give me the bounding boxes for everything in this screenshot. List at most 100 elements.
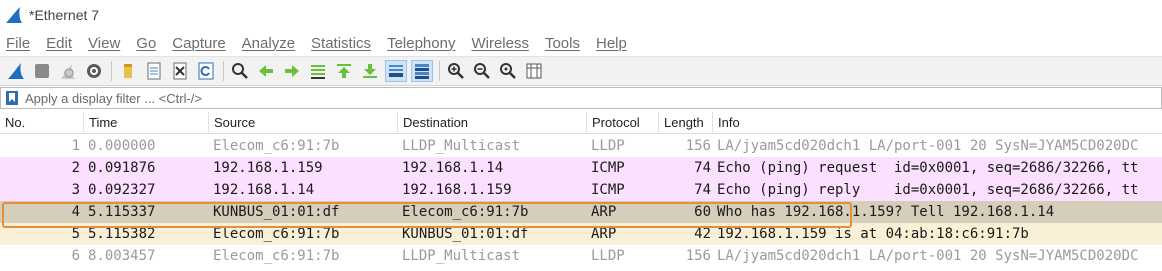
- cell-length: 42: [694, 226, 711, 242]
- go-to-packet-icon[interactable]: [307, 60, 329, 82]
- menu-telephony[interactable]: Telephony: [387, 35, 455, 52]
- go-first-packet-icon[interactable]: [333, 60, 355, 82]
- cell-length: 60: [694, 204, 711, 220]
- packet-row[interactable]: 6 8.003457 Elecom_c6:91:7b LLDP_Multicast LL…: [0, 245, 1162, 267]
- cell-info: LA/jyam5cd020dch1 LA/port-001 20 SysN=JY…: [717, 138, 1139, 154]
- menu-help[interactable]: Help: [596, 35, 627, 52]
- colorize-icon[interactable]: [411, 60, 433, 82]
- go-back-arrow-icon[interactable]: [255, 60, 277, 82]
- cell-source: KUNBUS_01:01:df: [213, 204, 340, 220]
- cell-length: 74: [694, 160, 711, 176]
- close-file-icon[interactable]: [169, 60, 191, 82]
- stop-square-icon[interactable]: [31, 60, 53, 82]
- menu-tools[interactable]: Tools: [545, 35, 580, 52]
- open-folder-icon[interactable]: [117, 60, 139, 82]
- column-header-info[interactable]: Info: [713, 112, 1162, 134]
- cell-time: 5.115382: [88, 226, 156, 242]
- cell-info: Echo (ping) request id=0x0001, seq=2686/…: [717, 160, 1139, 176]
- go-last-packet-icon[interactable]: [359, 60, 381, 82]
- packet-row[interactable]: 5 5.115382 Elecom_c6:91:7b KUNBUS_01:01:df A…: [0, 223, 1162, 245]
- column-header-length[interactable]: Length: [659, 112, 713, 134]
- toolbar-separator: [111, 61, 112, 81]
- cell-info: 192.168.1.159 is at 04:ab:18:c6:91:7b: [717, 226, 1029, 242]
- cell-source: Elecom_c6:91:7b: [213, 138, 340, 154]
- menu-edit[interactable]: Edit: [46, 35, 72, 52]
- column-header-no[interactable]: No.: [0, 112, 84, 134]
- menu-file[interactable]: File: [6, 35, 30, 52]
- save-file-icon[interactable]: [143, 60, 165, 82]
- menu-analyze[interactable]: Analyze: [242, 35, 295, 52]
- window-title: *Ethernet 7: [29, 7, 100, 23]
- column-header-protocol[interactable]: Protocol: [587, 112, 659, 134]
- cell-no: 3: [71, 182, 80, 198]
- cell-time: 8.003457: [88, 248, 156, 264]
- cell-destination: LLDP_Multicast: [402, 248, 521, 264]
- cell-protocol: ICMP: [591, 160, 625, 176]
- autoscroll-icon[interactable]: [385, 60, 407, 82]
- cell-no: 6: [71, 248, 80, 264]
- menu-view[interactable]: View: [88, 35, 120, 52]
- wireshark-logo-icon: [6, 7, 22, 23]
- packet-list-header: No. Time Source Destination Protocol Len…: [0, 112, 1162, 134]
- cell-source: 192.168.1.159: [213, 160, 323, 176]
- cell-time: 0.092327: [88, 182, 156, 198]
- cell-destination: KUNBUS_01:01:df: [402, 226, 529, 242]
- menu-wireless[interactable]: Wireless: [471, 35, 529, 52]
- cell-no: 1: [71, 138, 80, 154]
- packet-row[interactable]: 2 0.091876 192.168.1.159 192.168.1.14 ICMP 74…: [0, 157, 1162, 179]
- cell-destination: Elecom_c6:91:7b: [402, 204, 529, 220]
- packet-row[interactable]: 1 0.000000 Elecom_c6:91:7b LLDP_Multicast LL…: [0, 135, 1162, 157]
- menu-go[interactable]: Go: [136, 35, 156, 52]
- cell-source: 192.168.1.14: [213, 182, 315, 198]
- reload-icon[interactable]: [195, 60, 217, 82]
- cell-protocol: ARP: [591, 204, 617, 220]
- cell-protocol: LLDP: [591, 138, 625, 154]
- cell-destination: 192.168.1.159: [402, 182, 512, 198]
- toolbar-separator: [439, 61, 440, 81]
- cell-source: Elecom_c6:91:7b: [213, 226, 340, 242]
- cell-length: 156: [685, 138, 711, 154]
- cell-protocol: ICMP: [591, 182, 625, 198]
- cell-protocol: LLDP: [591, 248, 625, 264]
- options-gear-icon[interactable]: [83, 60, 105, 82]
- packet-row[interactable]: 4 5.115337 KUNBUS_01:01:df Elecom_c6:91:7b A…: [0, 201, 1162, 223]
- cell-info: Echo (ping) reply id=0x0001, seq=2686/32…: [717, 182, 1139, 198]
- shark-fin-start-icon[interactable]: [5, 60, 27, 82]
- cell-time: 5.115337: [88, 204, 156, 220]
- packet-rows: 1 0.000000 Elecom_c6:91:7b LLDP_Multicast LL…: [0, 135, 1162, 267]
- resize-columns-icon[interactable]: [523, 60, 545, 82]
- column-header-destination[interactable]: Destination: [398, 112, 587, 134]
- cell-time: 0.000000: [88, 138, 156, 154]
- packet-list: No. Time Source Destination Protocol Len…: [0, 112, 1162, 271]
- cell-info: Who has 192.168.1.159? Tell 192.168.1.14: [717, 204, 1055, 220]
- cell-source: Elecom_c6:91:7b: [213, 248, 340, 264]
- restart-fin-icon[interactable]: [57, 60, 79, 82]
- display-filter-input[interactable]: [25, 90, 1125, 106]
- menu-capture[interactable]: Capture: [172, 35, 225, 52]
- column-header-time[interactable]: Time: [84, 112, 209, 134]
- packet-row[interactable]: 3 0.092327 192.168.1.14 192.168.1.159 ICMP 74…: [0, 179, 1162, 201]
- cell-no: 4: [71, 204, 80, 220]
- normal-size-icon[interactable]: [497, 60, 519, 82]
- main-toolbar: [0, 56, 1162, 86]
- toolbar-separator: [223, 61, 224, 81]
- menu-bar: File Edit View Go Capture Analyze Statis…: [0, 30, 1162, 56]
- cell-protocol: ARP: [591, 226, 617, 242]
- cell-destination: 192.168.1.14: [402, 160, 504, 176]
- title-bar: *Ethernet 7: [0, 0, 1162, 30]
- cell-length: 74: [694, 182, 711, 198]
- go-forward-arrow-icon[interactable]: [281, 60, 303, 82]
- cell-no: 5: [71, 226, 80, 242]
- zoom-out-icon[interactable]: [471, 60, 493, 82]
- cell-time: 0.091876: [88, 160, 156, 176]
- cell-length: 156: [685, 248, 711, 264]
- find-magnifier-icon[interactable]: [229, 60, 251, 82]
- bookmark-icon[interactable]: [5, 90, 19, 106]
- menu-statistics[interactable]: Statistics: [311, 35, 371, 52]
- cell-destination: LLDP_Multicast: [402, 138, 521, 154]
- display-filter-bar: [0, 87, 1162, 109]
- cell-info: LA/jyam5cd020dch1 LA/port-001 20 SysN=JY…: [717, 248, 1139, 264]
- zoom-in-icon[interactable]: [445, 60, 467, 82]
- cell-no: 2: [71, 160, 80, 176]
- column-header-source[interactable]: Source: [209, 112, 398, 134]
